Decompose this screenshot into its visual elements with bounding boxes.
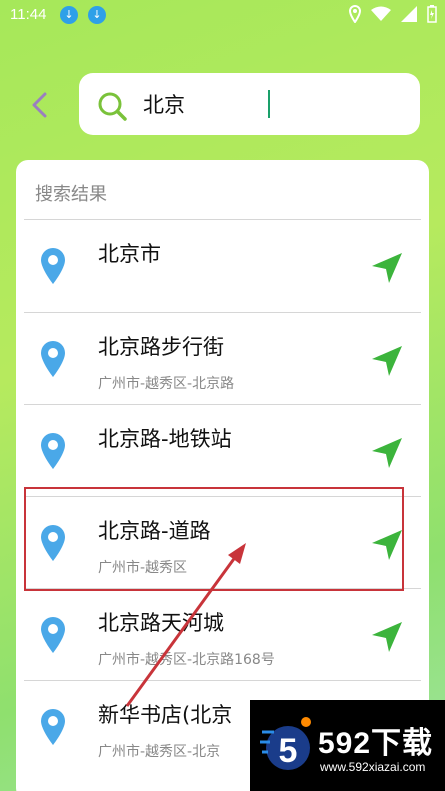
site-logo: 5 [260, 717, 311, 770]
watermark: 5 592下载 www.592xiazai.com [250, 700, 445, 791]
svg-text:5: 5 [279, 732, 298, 770]
watermark-title: 592下载 [318, 727, 434, 760]
annotation-arrow [125, 543, 246, 707]
watermark-url: www.592xiazai.com [320, 760, 426, 774]
